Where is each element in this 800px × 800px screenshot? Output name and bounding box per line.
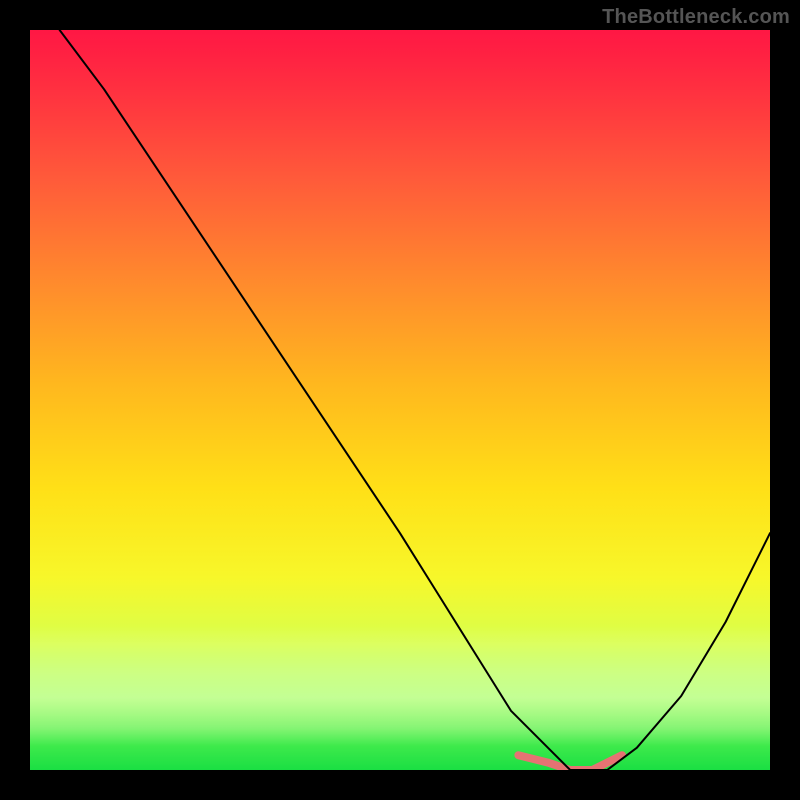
curve-line — [60, 30, 770, 770]
chart-container: TheBottleneck.com — [0, 0, 800, 800]
plot-area — [30, 30, 770, 770]
trough-marker — [518, 755, 622, 770]
curve-svg — [30, 30, 770, 770]
watermark-text: TheBottleneck.com — [602, 6, 790, 29]
